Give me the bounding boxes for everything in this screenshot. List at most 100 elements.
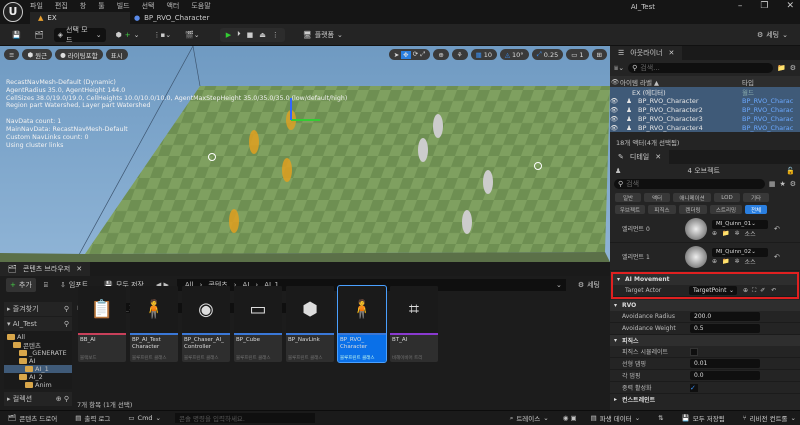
folder-toggle-icon[interactable]: ⌸ — [44, 281, 48, 290]
gear-icon[interactable]: ⚙ — [790, 180, 796, 188]
nanite-icon[interactable]: ✲ — [735, 258, 740, 265]
filter-rendering[interactable]: 렌더링 — [679, 205, 707, 214]
tab-level-ex[interactable]: ▲ EX — [30, 12, 130, 24]
table-icon[interactable]: ▦ — [769, 180, 776, 188]
filter-misc[interactable]: 기타 — [743, 193, 769, 202]
enable-gravity-checkbox[interactable]: ✓ — [690, 383, 698, 392]
filter-animation[interactable]: 애니메이션 — [673, 193, 711, 202]
asset-tile[interactable]: ⬢ BP_NavLink 블루프린트 클래스 — [286, 286, 334, 362]
outliner-row[interactable]: 👁 ♟ BP_RVO_Character2 BP_RVO_Charac — [610, 105, 800, 114]
eject-icon[interactable]: ⏏ — [259, 31, 266, 39]
menu-window[interactable]: 창 — [80, 1, 86, 11]
eyedropper-icon[interactable]: ✐ — [760, 287, 765, 294]
trace-button[interactable]: ⌕ 트레이스 ⌄ — [506, 411, 553, 425]
chevron-down-icon[interactable]: ⌄ — [556, 281, 566, 289]
search-icon[interactable]: ⚲ — [64, 320, 69, 328]
add-button[interactable]: + 추가 — [6, 278, 36, 292]
browse-icon[interactable]: ⊕ — [712, 230, 717, 237]
close-icon[interactable]: ✕ — [655, 153, 661, 161]
cb-settings-button[interactable]: ⚙ 세팅 — [574, 278, 604, 292]
section-rvo[interactable]: ▾ RVO — [610, 300, 800, 311]
blueprint-button[interactable]: ⋮▪⌄ — [149, 28, 175, 42]
folder-tree-item[interactable]: Anim — [4, 381, 72, 389]
outliner-row[interactable]: 👁 ♟ BP_RVO_Character BP_RVO_Charac — [610, 96, 800, 105]
outliner-row[interactable]: 👁 ♟ BP_RVO_Character4 BP_RVO_Charac — [610, 123, 800, 132]
outliner-search-input[interactable]: ⚲ 검색... — [628, 63, 773, 73]
hamburger-button[interactable]: ≡ — [4, 49, 20, 60]
column-item-label[interactable]: 아이템 라벨 ▲ — [620, 77, 742, 87]
browse-icon[interactable]: ⊕ — [712, 258, 717, 265]
reset-icon[interactable]: ↶ — [774, 253, 780, 261]
tab-bp-rvo-character[interactable]: ● BP_RVO_Character — [132, 12, 209, 24]
revision-control-button[interactable]: ⑂ 리비전 컨트롤 ⌄ — [739, 411, 800, 425]
console-input[interactable]: 콘솔 명령을 입력하세요. — [174, 413, 315, 423]
content-icon[interactable]: 🗂 — [31, 28, 48, 42]
section-physics[interactable]: ▾ 피직스 — [610, 335, 800, 346]
material-thumbnail[interactable] — [685, 217, 707, 240]
reset-icon[interactable]: ↶ — [771, 287, 776, 294]
details-search-input[interactable]: ⚲ 검색 — [614, 179, 765, 189]
cinematics-button[interactable]: 🎬⌄ — [181, 28, 204, 42]
pick-actor-icon[interactable]: ⛶ — [752, 287, 756, 295]
actor-type[interactable]: BP_RVO_Charac — [742, 106, 793, 114]
source-control-icon[interactable]: ⇅ — [654, 411, 667, 425]
add-actor-button[interactable]: ⬢ + ⌄ — [112, 28, 144, 42]
filter-object[interactable]: 우브젝트 — [615, 205, 645, 214]
asset-tile[interactable]: ◉ BP_Chaser_AI_ Controller 블루프린트 클래스 — [182, 286, 230, 362]
outliner-row[interactable]: 👁 ♟ BP_RVO_Character3 BP_RVO_Charac — [610, 114, 800, 123]
avoidance-weight-input[interactable]: 0.5 — [690, 324, 760, 333]
filter-lod[interactable]: LOD — [714, 193, 740, 202]
folder-add-icon[interactable]: 📁 — [777, 64, 786, 72]
camera-speed[interactable]: ▭ 1 — [566, 49, 589, 60]
search-icon[interactable]: ⚲ — [64, 305, 69, 313]
collections-section[interactable]: ▸ 컬렉션 ⊕ ⚲ — [4, 392, 72, 406]
folder-tree-item[interactable]: AI_2 — [4, 373, 72, 381]
select-tool[interactable]: ➤ ✥ ⟳ ⤢ — [388, 49, 431, 60]
platforms-button[interactable]: 🖥 플랫폼 ⌄ — [299, 28, 347, 42]
lock-icon[interactable]: 🔓 — [786, 167, 795, 175]
column-type[interactable]: 타입 — [742, 77, 754, 87]
stop-icon[interactable]: ■ — [247, 31, 254, 39]
menu-file[interactable]: 파일 — [30, 1, 43, 11]
rotation-snap[interactable]: ◬ 10° — [500, 49, 529, 60]
world-local-toggle[interactable]: ⊕ — [433, 49, 449, 60]
star-icon[interactable]: ★ — [779, 180, 785, 188]
avoidance-radius-input[interactable]: 200.0 — [690, 312, 760, 321]
asset-tile[interactable]: 🧍 BP_RVO_ Character 블루프린트 클래스 — [337, 285, 387, 363]
actor-type[interactable]: BP_RVO_Charac — [742, 115, 793, 123]
content-drawer-button[interactable]: 🗂 콘텐츠 드로어 — [4, 411, 61, 425]
browse-icon[interactable]: ⊕ — [743, 287, 748, 294]
section-ai-movement[interactable]: ▾ AI Movement — [613, 274, 797, 285]
folder-tree-item[interactable]: AI — [4, 357, 72, 365]
asset-tile[interactable]: ⌗ BT_AI 비헤이비어 트리 — [390, 286, 438, 362]
filter-actor[interactable]: 액터 — [644, 193, 670, 202]
eye-icon[interactable]: 👁 — [610, 124, 620, 132]
output-log-button[interactable]: ▤ 출력 로그 — [71, 411, 114, 425]
save-icon[interactable]: 💾 — [8, 28, 25, 42]
actor-type[interactable]: BP_RVO_Charac — [742, 124, 793, 132]
favorites-section[interactable]: ▸ 즐겨찾기 ⚲ — [4, 302, 72, 316]
reset-icon[interactable]: ↶ — [774, 225, 780, 233]
menu-build[interactable]: 빌드 — [117, 1, 130, 11]
eye-icon[interactable]: 👁 — [610, 106, 620, 114]
play-icon[interactable]: ▶ — [226, 31, 231, 39]
settings-button[interactable]: ⚙ 세팅 ⌄ — [753, 28, 792, 42]
show-button[interactable]: 표시 — [105, 49, 128, 60]
eye-icon[interactable]: 👁 — [610, 115, 620, 123]
asset-tile[interactable]: ▭ BP_Cube 블루프린트 클래스 — [234, 286, 282, 362]
record-icon[interactable]: ◉ ▣ — [563, 414, 577, 422]
filter-physics[interactable]: 피직스 — [648, 205, 676, 214]
filter-icon[interactable]: ⩸⌄ — [614, 64, 624, 73]
advance-frame-icon[interactable]: ⏵ — [237, 30, 241, 39]
material-dropdown[interactable]: MI_Quinn_01 ⌄ — [712, 219, 768, 229]
more-icon[interactable]: ⋮ — [272, 31, 279, 39]
eye-icon[interactable]: 👁 — [610, 97, 620, 105]
folder-tree-item[interactable]: 콘텐츠 — [4, 341, 72, 350]
details-tab[interactable]: ✎ 디테일 ✕ — [610, 150, 670, 164]
gear-icon[interactable]: ⚙ — [790, 64, 796, 72]
select-mode-dropdown[interactable]: ◈ 선택 모드 ⌄ — [53, 26, 106, 44]
outliner-tab[interactable]: ☰ 아웃라이너 ✕ — [610, 46, 683, 60]
content-browser-tab[interactable]: 🗂 콘텐츠 브라우저 ✕ — [0, 262, 91, 276]
minimize-button[interactable]: – — [738, 1, 743, 11]
folder-icon[interactable]: 📁 — [722, 230, 729, 237]
